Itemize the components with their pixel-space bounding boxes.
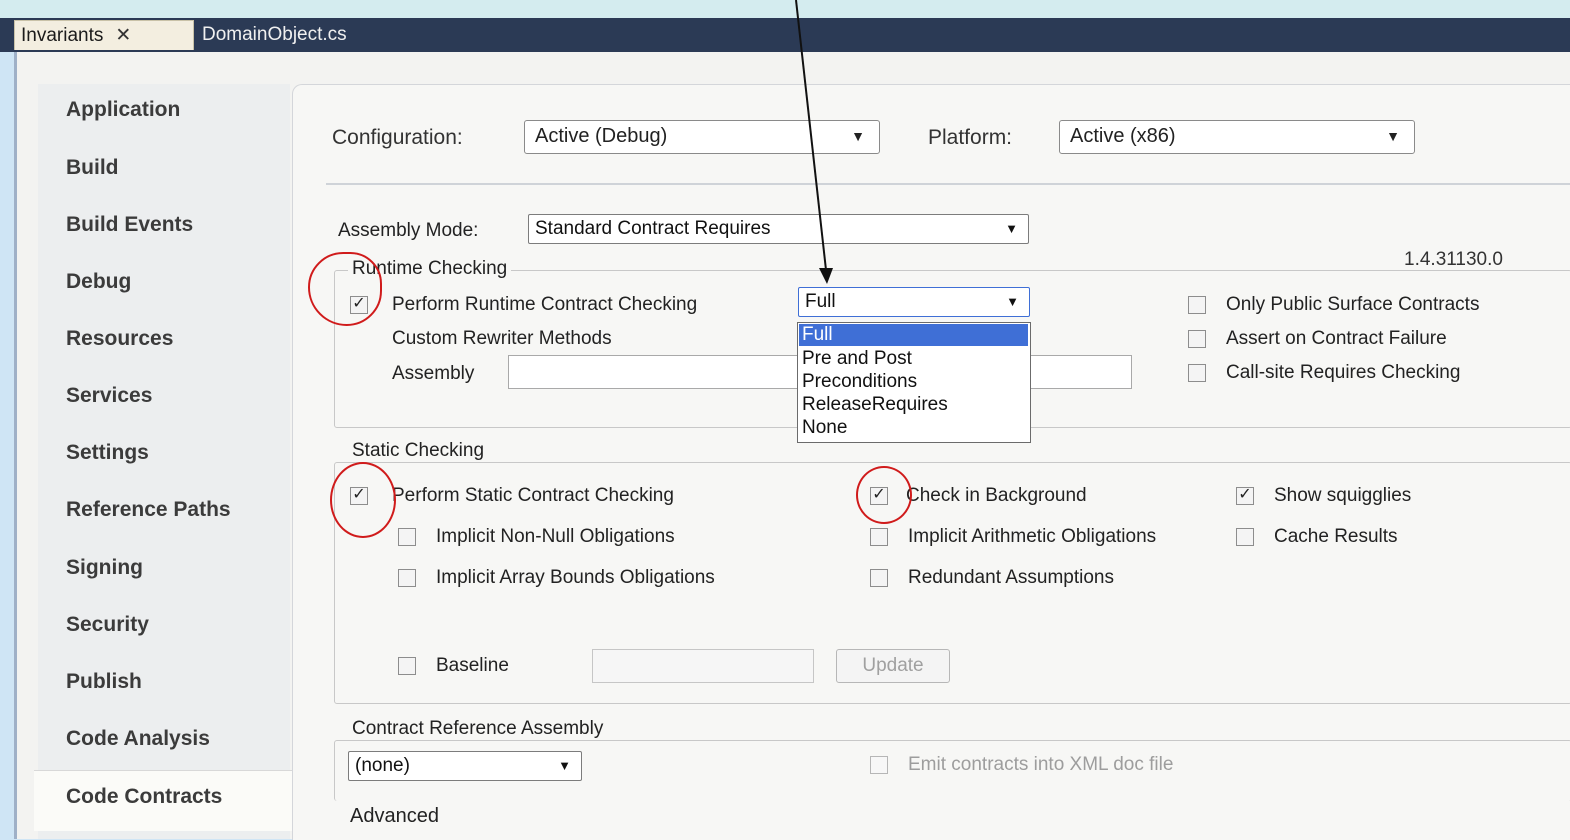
annotation-arrow — [795, 0, 833, 284]
